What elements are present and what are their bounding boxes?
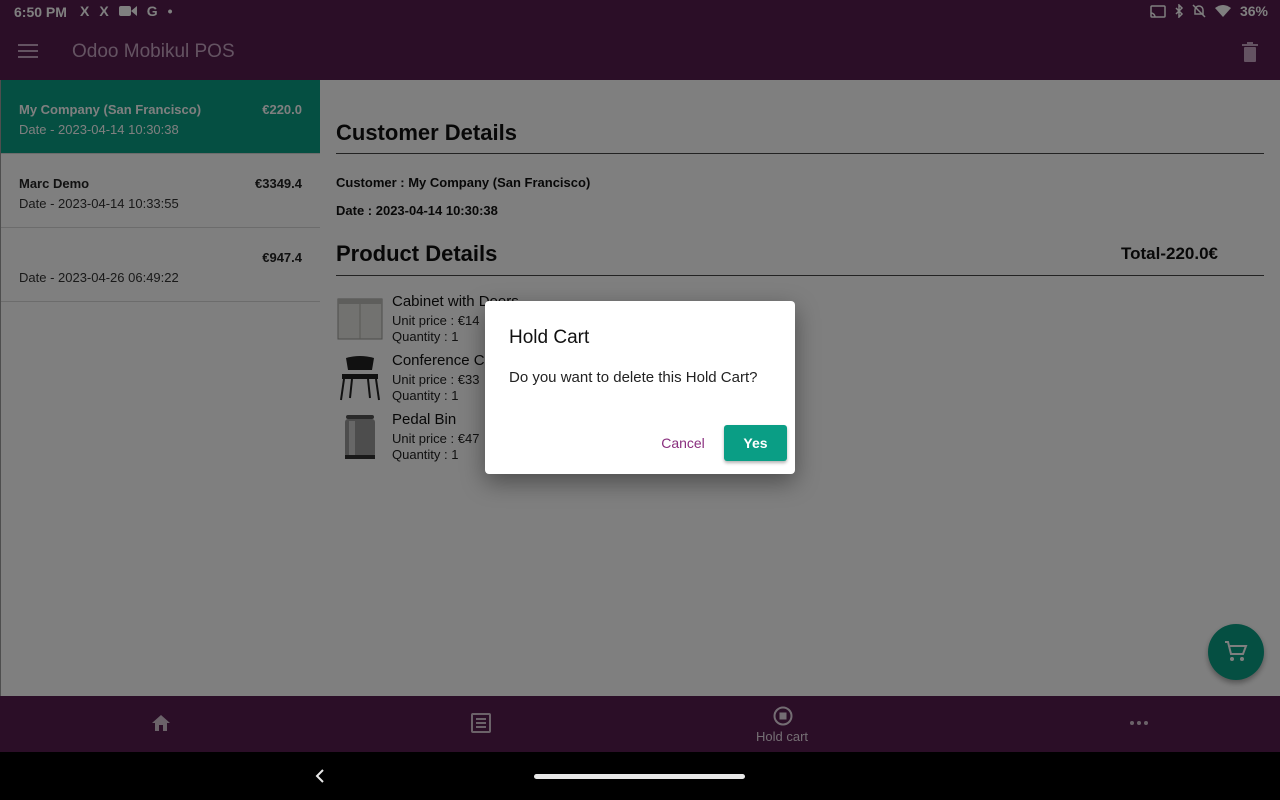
back-icon[interactable] xyxy=(312,768,328,784)
dialog-title: Hold Cart xyxy=(509,327,590,348)
system-navigation-bar xyxy=(0,752,1280,800)
home-gesture-pill[interactable] xyxy=(534,774,745,779)
dialog-message: Do you want to delete this Hold Cart? xyxy=(509,369,758,386)
hold-cart-dialog: Hold Cart Do you want to delete this Hol… xyxy=(485,301,795,474)
cancel-button[interactable]: Cancel xyxy=(651,427,715,459)
confirm-yes-button[interactable]: Yes xyxy=(724,425,787,461)
